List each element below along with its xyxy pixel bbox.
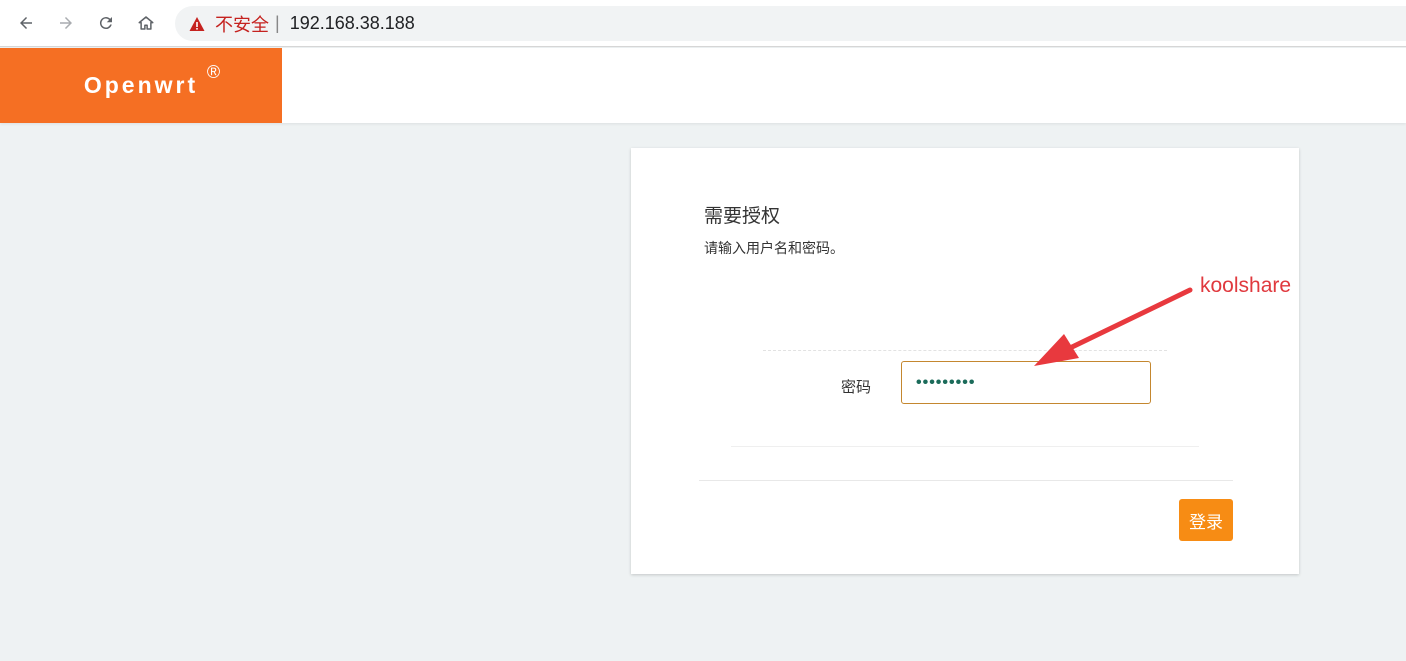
- password-field[interactable]: •••••••••: [901, 361, 1151, 404]
- brand-logo[interactable]: Openwrt ®: [0, 48, 282, 123]
- login-title: 需要授权: [704, 206, 781, 227]
- login-button[interactable]: 登录: [1179, 499, 1233, 541]
- brand-name-wrap: Openwrt ®: [83, 62, 220, 99]
- back-button[interactable]: [11, 8, 41, 38]
- reload-icon: [99, 17, 112, 30]
- registered-mark: ®: [206, 62, 221, 82]
- field-divider: [763, 350, 1167, 351]
- site-header: Openwrt ®: [0, 48, 1406, 123]
- forward-arrow-icon: [60, 17, 72, 29]
- password-value: •••••••••: [916, 373, 976, 391]
- url-text[interactable]: 192.168.38.188: [290, 13, 415, 34]
- reload-button[interactable]: [91, 8, 121, 38]
- back-arrow-icon: [20, 17, 32, 29]
- forward-button[interactable]: [51, 8, 81, 38]
- home-button[interactable]: [131, 8, 161, 38]
- footer-divider: [699, 480, 1233, 481]
- address-separator: |: [275, 13, 280, 33]
- warning-triangle-icon[interactable]: [189, 16, 205, 32]
- password-label: 密码: [841, 379, 872, 396]
- annotation-label: koolshare: [1200, 274, 1292, 297]
- address-bar[interactable]: 不安全 | 192.168.38.188: [175, 6, 1406, 41]
- browser-toolbar: 不安全 | 192.168.38.188: [0, 0, 1406, 47]
- home-icon: [138, 16, 154, 30]
- brand-name: Openwrt: [83, 72, 199, 98]
- login-description: 请输入用户名和密码。: [704, 240, 844, 256]
- security-status-label[interactable]: 不安全: [215, 11, 269, 37]
- section-divider: [731, 446, 1199, 447]
- login-card: 需要授权 请输入用户名和密码。 密码 ••••••••• 登录: [631, 148, 1299, 574]
